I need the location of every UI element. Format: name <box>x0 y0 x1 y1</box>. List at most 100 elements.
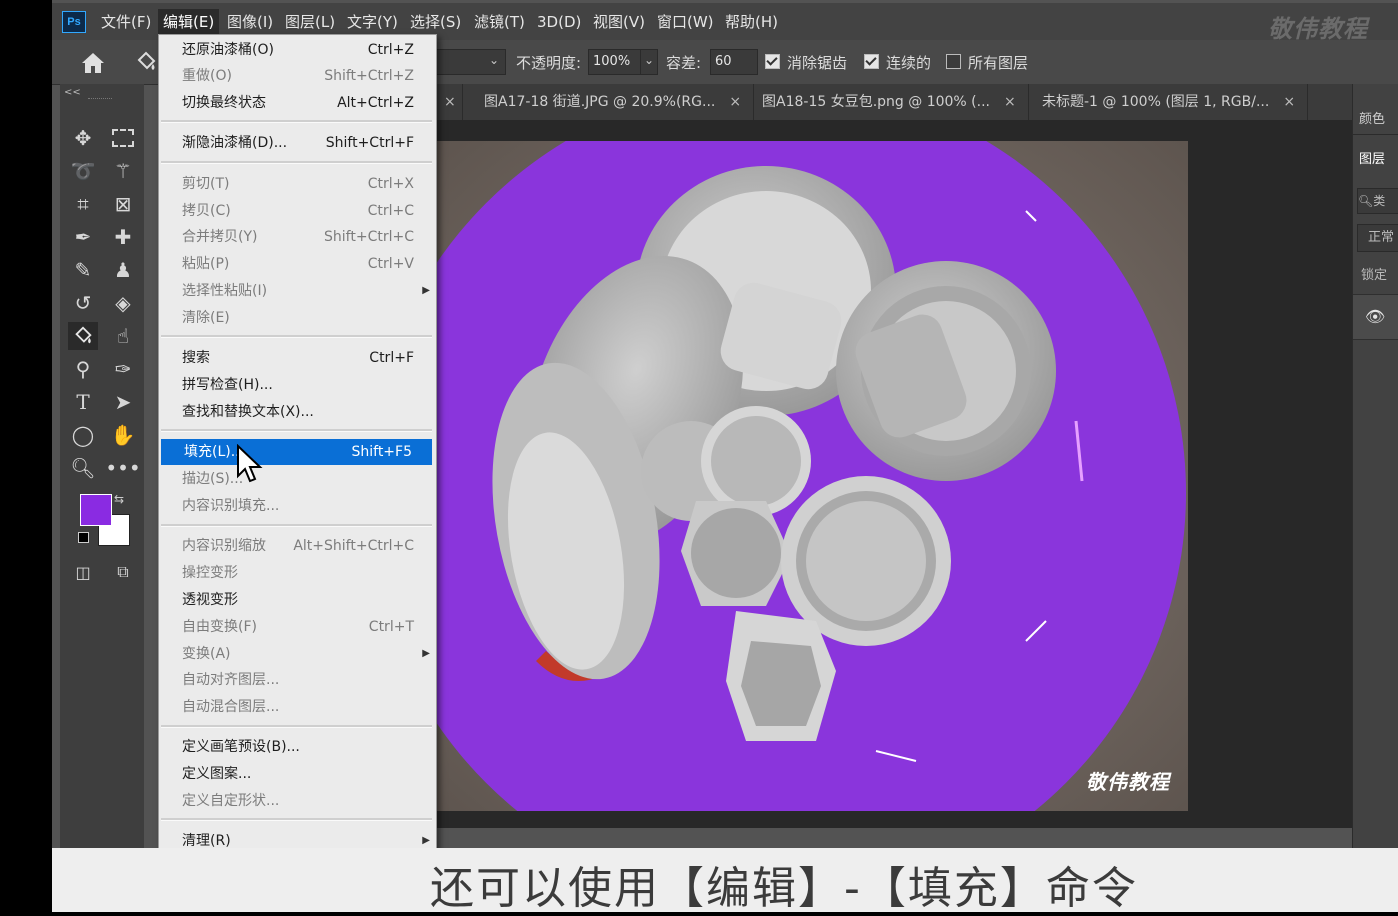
menu-item-find-replace[interactable]: 查找和替换文本(X)... <box>159 399 436 425</box>
menu-image[interactable]: 图像(I) <box>222 9 278 35</box>
menu-item-stroke[interactable]: 描边(S)... <box>159 466 436 492</box>
eraser-tool-icon[interactable]: ◈ <box>108 289 138 317</box>
paint-bucket-preset-icon[interactable] <box>134 50 158 74</box>
default-colors-icon[interactable] <box>78 532 89 543</box>
menu-item-auto-align[interactable]: 自动对齐图层... <box>159 667 436 693</box>
menu-item-label: 自动对齐图层... <box>182 672 280 688</box>
lasso-tool-icon[interactable]: ➰ <box>68 157 98 185</box>
menu-item-clear[interactable]: 清除(E) <box>159 305 436 331</box>
menu-separator <box>161 120 432 123</box>
menu-select[interactable]: 选择(S) <box>405 9 466 35</box>
tolerance-input[interactable]: 60 <box>710 49 758 75</box>
foreground-color-swatch[interactable] <box>80 494 112 526</box>
clone-stamp-tool-icon[interactable]: ♟ <box>108 256 138 284</box>
document-tab[interactable]: 图A18-15 女豆包.png @ 100% (... × <box>750 84 1029 120</box>
tab-close-icon[interactable]: × <box>729 94 741 110</box>
eyedropper-tool-icon[interactable]: ✒ <box>68 223 98 251</box>
menu-item-copy-merged[interactable]: 合并拷贝(Y) Shift+Ctrl+C <box>159 224 436 250</box>
menu-item-shortcut: Shift+Ctrl+C <box>324 229 414 245</box>
swap-colors-icon[interactable]: ⇆ <box>114 492 124 506</box>
menu-item-label: 描边(S)... <box>182 471 244 487</box>
tab-close-icon[interactable]: × <box>1283 94 1295 110</box>
collapse-panel-button[interactable]: << <box>64 87 81 98</box>
hand-tool-icon[interactable]: ✋ <box>108 421 138 449</box>
menu-item-fill[interactable]: 填充(L)... Shift+F5 <box>161 439 432 465</box>
menu-item-label: 粘贴(P) <box>182 256 230 272</box>
tab-close-icon[interactable]: × <box>1004 94 1016 110</box>
menu-view[interactable]: 视图(V) <box>588 9 650 35</box>
healing-brush-tool-icon[interactable]: ✚ <box>108 223 138 251</box>
menu-item-shortcut: Ctrl+X <box>367 176 414 192</box>
quick-mask-icon[interactable]: ◫ <box>68 558 98 586</box>
opacity-chevron-icon[interactable]: ⌄ <box>640 49 658 75</box>
layer-filter-kind: 类 <box>1373 194 1386 208</box>
opacity-input[interactable]: 100% <box>588 49 644 75</box>
menu-item-toggle-last-state[interactable]: 切换最终状态 Alt+Ctrl+Z <box>159 90 436 116</box>
eye-visibility-icon[interactable]: 👁︎ <box>1365 307 1385 326</box>
layer-filter-search[interactable]: 🔍︎类 <box>1357 188 1398 214</box>
tab-color[interactable]: 颜色 <box>1359 108 1385 127</box>
crop-tool-icon[interactable]: ⌗ <box>68 190 98 218</box>
menu-file[interactable]: 文件(F) <box>96 9 156 35</box>
contiguous-checkbox[interactable] <box>864 54 879 69</box>
menu-item-copy[interactable]: 拷贝(C) Ctrl+C <box>159 198 436 224</box>
path-selection-tool-icon[interactable]: ➤ <box>108 388 138 416</box>
menu-edit[interactable]: 编辑(E) <box>158 9 220 35</box>
menu-item-auto-blend[interactable]: 自动混合图层... <box>159 694 436 720</box>
frame-tool-icon[interactable]: ⊠ <box>108 190 138 218</box>
menu-type[interactable]: 文字(Y) <box>342 9 403 35</box>
layer-row[interactable]: 👁︎ <box>1353 294 1398 340</box>
menu-layer[interactable]: 图层(L) <box>280 9 340 35</box>
document-tab[interactable]: 图A17-18 街道.JPG @ 20.9%(RG... × <box>472 84 755 120</box>
home-icon[interactable] <box>80 51 106 75</box>
paint-bucket-tool-icon[interactable] <box>68 322 98 350</box>
magic-wand-tool-icon[interactable]: ⚚ <box>108 157 138 185</box>
menu-item-shortcut: Ctrl+Z <box>367 42 414 58</box>
antialias-checkbox[interactable] <box>765 54 780 69</box>
ellipse-tool-icon[interactable]: ◯ <box>68 421 98 449</box>
menu-item-fade[interactable]: 渐隐油漆桶(D)... Shift+Ctrl+F <box>159 130 436 156</box>
menu-item-free-transform[interactable]: 自由变换(F) Ctrl+T <box>159 614 436 640</box>
marquee-tool-icon[interactable] <box>108 124 138 152</box>
menu-item-content-aware-scale[interactable]: 内容识别缩放 Alt+Shift+Ctrl+C <box>159 533 436 559</box>
menu-help[interactable]: 帮助(H) <box>720 9 783 35</box>
menu-item-paste-special[interactable]: 选择性粘贴(I) ▶ <box>159 278 436 304</box>
menu-item-cut[interactable]: 剪切(T) Ctrl+X <box>159 171 436 197</box>
menu-item-label: 重做(O) <box>182 68 232 84</box>
blend-mode-select[interactable]: 正常 <box>1357 224 1398 252</box>
menu-item-search[interactable]: 搜索 Ctrl+F <box>159 345 436 371</box>
document-tab[interactable]: 未标题-1 @ 100% (图层 1, RGB/... × <box>1030 84 1309 120</box>
smudge-tool-icon[interactable]: ☝ <box>108 322 138 350</box>
document-canvas[interactable]: 敬伟教程 <box>436 141 1188 811</box>
menu-window[interactable]: 窗口(W) <box>652 9 719 35</box>
zoom-tool-icon[interactable]: 🔍︎ <box>68 454 98 482</box>
menu-item-undo[interactable]: 还原油漆桶(O) Ctrl+Z <box>159 37 436 63</box>
menu-item-define-shape[interactable]: 定义自定形状... <box>159 788 436 814</box>
menu-3d[interactable]: 3D(D) <box>532 9 586 35</box>
move-tool-icon[interactable]: ✥ <box>68 124 98 152</box>
menu-item-define-pattern[interactable]: 定义图案... <box>159 761 436 787</box>
type-tool-icon[interactable]: T <box>68 388 98 416</box>
menu-filter[interactable]: 滤镜(T) <box>469 9 530 35</box>
menu-item-paste[interactable]: 粘贴(P) Ctrl+V <box>159 251 436 277</box>
menu-item-content-aware-fill[interactable]: 内容识别填充... <box>159 493 436 519</box>
tab-close-icon[interactable]: × <box>444 94 456 110</box>
all-layers-checkbox[interactable] <box>946 54 961 69</box>
antialias-label: 消除锯齿 <box>787 54 848 72</box>
menu-item-transform[interactable]: 变换(A) ▶ <box>159 641 436 667</box>
search-icon: 🔍︎ <box>1358 194 1374 208</box>
menu-item-redo[interactable]: 重做(O) Shift+Ctrl+Z <box>159 63 436 89</box>
more-tools-icon[interactable]: ••• <box>105 454 140 482</box>
brush-tool-icon[interactable]: ✎ <box>68 256 98 284</box>
menu-item-spell-check[interactable]: 拼写检查(H)... <box>159 372 436 398</box>
screen-mode-icon[interactable]: ⧉ <box>108 558 138 586</box>
pen-tool-icon[interactable]: ✑ <box>108 355 138 383</box>
menu-item-label: 切换最终状态 <box>182 95 266 111</box>
dodge-tool-icon[interactable]: ⚲ <box>68 355 98 383</box>
history-brush-tool-icon[interactable]: ↺ <box>68 289 98 317</box>
menu-item-purge[interactable]: 清理(R) ▶ <box>159 828 436 848</box>
menu-item-puppet-warp[interactable]: 操控变形 <box>159 560 436 586</box>
tab-layers[interactable]: 图层 <box>1359 148 1385 167</box>
menu-item-perspective-warp[interactable]: 透视变形 <box>159 587 436 613</box>
menu-item-define-brush[interactable]: 定义画笔预设(B)... <box>159 734 436 760</box>
